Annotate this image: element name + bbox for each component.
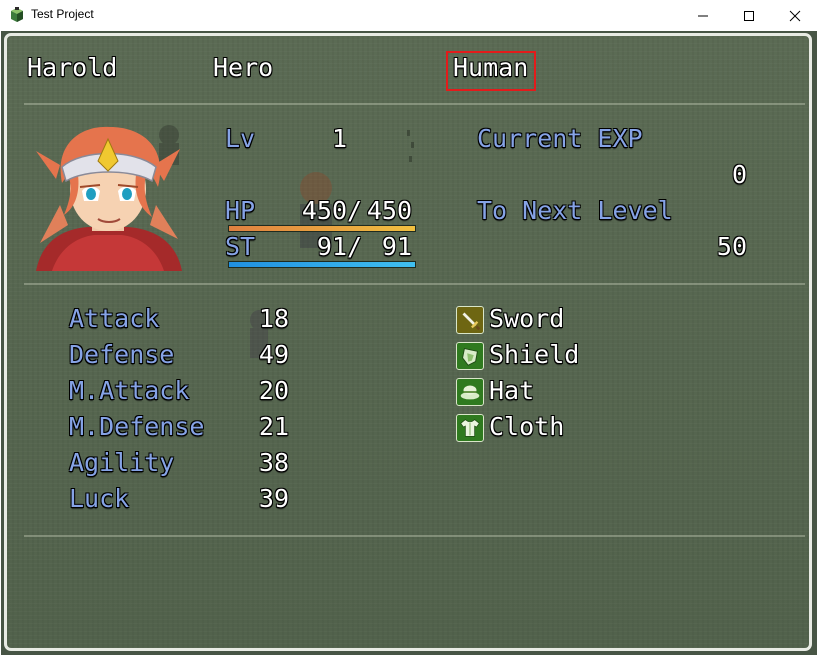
current-exp-label: Current EXP bbox=[477, 124, 643, 153]
shield-icon bbox=[456, 342, 484, 370]
st-gauge bbox=[228, 261, 416, 268]
param-label: Agility bbox=[69, 448, 175, 477]
param-value: 49 bbox=[258, 340, 289, 369]
equip-name: Shield bbox=[489, 340, 580, 369]
close-button[interactable] bbox=[772, 0, 818, 31]
param-label: M.Defense bbox=[69, 412, 205, 441]
separator-top bbox=[24, 103, 805, 105]
equip-name: Cloth bbox=[489, 412, 565, 441]
param-value: 20 bbox=[258, 376, 289, 405]
actor-class: Hero bbox=[213, 53, 274, 82]
param-label: M.Attack bbox=[69, 376, 190, 405]
current-exp-value: 0 bbox=[731, 160, 747, 189]
param-value: 38 bbox=[258, 448, 289, 477]
param-label: Luck bbox=[69, 484, 130, 513]
st-current: 91 bbox=[316, 232, 347, 261]
next-level-value: 50 bbox=[716, 232, 747, 261]
equip-name: Sword bbox=[489, 304, 565, 333]
race-highlight-box bbox=[446, 51, 536, 91]
minimize-button[interactable] bbox=[680, 0, 726, 31]
level-label: Lv bbox=[225, 124, 256, 153]
hp-max: 450 bbox=[366, 196, 412, 225]
window-titlebar: Test Project bbox=[0, 0, 818, 31]
hp-current: 450 bbox=[301, 196, 347, 225]
close-icon bbox=[789, 10, 801, 21]
app-icon bbox=[11, 7, 23, 22]
st-label: ST bbox=[225, 232, 256, 261]
sword-icon bbox=[456, 306, 484, 334]
ghost-sprite bbox=[407, 130, 414, 162]
level-value: 1 bbox=[331, 124, 347, 153]
status-window: Harold Hero Human Lv 1 HP 450 / 450 ST 9… bbox=[4, 33, 812, 651]
param-value: 21 bbox=[258, 412, 289, 441]
actor-face-portrait bbox=[36, 126, 182, 271]
equip-name: Hat bbox=[489, 376, 535, 405]
hp-label: HP bbox=[225, 196, 256, 225]
minimize-icon bbox=[698, 15, 708, 16]
hp-gauge bbox=[228, 225, 416, 232]
st-max: 91 bbox=[381, 232, 412, 261]
next-level-label: To Next Level bbox=[477, 196, 673, 225]
hat-icon bbox=[456, 378, 484, 406]
separator-bottom bbox=[24, 535, 805, 537]
maximize-icon bbox=[744, 10, 754, 21]
param-label: Defense bbox=[69, 340, 175, 369]
param-value: 18 bbox=[258, 304, 289, 333]
cloth-icon bbox=[456, 414, 484, 442]
window-title: Test Project bbox=[31, 7, 94, 21]
param-label: Attack bbox=[69, 304, 160, 333]
game-screen: Harold Hero Human Lv 1 HP 450 / 450 ST 9… bbox=[1, 31, 817, 655]
separator-middle bbox=[24, 283, 805, 285]
maximize-button[interactable] bbox=[726, 0, 772, 31]
actor-name: Harold bbox=[27, 53, 118, 82]
param-value: 39 bbox=[258, 484, 289, 513]
